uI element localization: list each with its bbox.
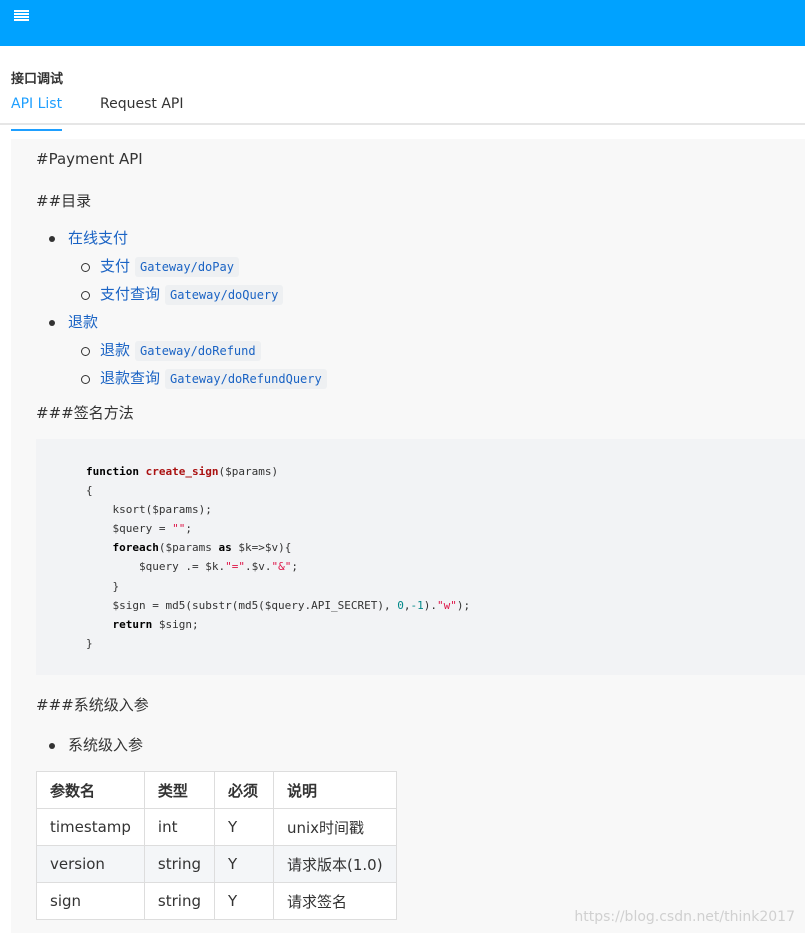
table-cell: version xyxy=(36,845,145,883)
doc-title: #Payment API xyxy=(36,150,143,168)
toc-list: 在线支付 支付 Gateway/doPay 支付查询 Gateway/doQuery… xyxy=(36,226,327,394)
toc-link-refund-query[interactable]: 退款查询 xyxy=(100,369,160,387)
table-cell: Y xyxy=(213,882,274,920)
params-table: 参数名 类型 必须 说明 timestamp int Y unix时间戳 ver… xyxy=(36,771,397,920)
table-cell: Y xyxy=(213,845,274,883)
code-line: } xyxy=(86,579,120,593)
toc-item: 在线支付 xyxy=(36,226,327,254)
table-cell: string xyxy=(143,882,215,920)
table-cell: string xyxy=(143,845,215,883)
code-line: return $sign; xyxy=(112,617,199,631)
code-line: $query = ""; xyxy=(86,522,192,536)
tab-api-list[interactable]: API List xyxy=(11,96,63,131)
code-line: function create_sign($params) xyxy=(86,465,279,478)
table-row: version string Y 请求版本(1.0) xyxy=(36,845,397,883)
table-header-row: 参数名 类型 必须 说明 xyxy=(36,771,397,809)
code-line: { xyxy=(86,484,93,498)
watermark: https://blog.csdn.net/think2017 xyxy=(574,909,795,925)
params-bullet: 系统级入参 xyxy=(48,736,144,754)
toc-link-pay-query[interactable]: 支付查询 xyxy=(100,285,160,303)
code-line: } xyxy=(86,636,93,650)
toc-subitem: 退款 Gateway/doRefund xyxy=(36,338,327,366)
toc-link-refund-group[interactable]: 退款 xyxy=(68,313,98,331)
toc-link-pay[interactable]: 支付 xyxy=(100,257,130,275)
table-cell: 请求版本(1.0) xyxy=(272,845,397,883)
code-block: function create_sign($params) { ksort($p… xyxy=(36,439,805,675)
toc-link-refund[interactable]: 退款 xyxy=(100,341,130,359)
toc-subitem: 退款查询 Gateway/doRefundQuery xyxy=(36,366,327,394)
toc-subitem: 支付 Gateway/doPay xyxy=(36,254,327,282)
toc-subitem: 支付查询 Gateway/doQuery xyxy=(36,282,327,310)
top-bar xyxy=(0,0,805,46)
inline-code: Gateway/doPay xyxy=(135,257,239,277)
page-title: 接口调试 xyxy=(11,72,64,87)
doc-panel: #Payment API ##目录 在线支付 支付 Gateway/doPay 支… xyxy=(11,139,805,933)
toc-link-online-pay[interactable]: 在线支付 xyxy=(68,229,128,247)
table-cell: int xyxy=(143,808,215,846)
inline-code: Gateway/doRefundQuery xyxy=(165,369,327,389)
hamburger-menu-icon[interactable] xyxy=(14,10,29,22)
table-cell: 请求签名 xyxy=(272,882,397,920)
code-line: $sign = md5(substr(md5($query.API_SECRET… xyxy=(86,598,471,612)
tab-request-api[interactable]: Request API xyxy=(100,96,183,125)
table-header: 类型 xyxy=(143,771,215,809)
table-header: 说明 xyxy=(272,771,397,809)
table-row: sign string Y 请求签名 xyxy=(36,882,397,920)
table-header: 参数名 xyxy=(36,771,145,809)
code-line: foreach($params as $k=>$v){ xyxy=(112,541,292,555)
table-cell: timestamp xyxy=(36,808,145,846)
table-row: timestamp int Y unix时间戳 xyxy=(36,808,397,846)
table-cell: sign xyxy=(36,882,145,920)
table-cell: unix时间戳 xyxy=(272,808,397,846)
params-heading: ###系统级入参 xyxy=(36,696,149,714)
toc-item: 退款 xyxy=(36,310,327,338)
inline-code: Gateway/doQuery xyxy=(165,285,284,305)
sign-heading: ###签名方法 xyxy=(36,404,134,422)
code-line: ksort($params); xyxy=(86,503,212,517)
code-line: $query .= $k."=".$v."&"; xyxy=(86,560,298,574)
toc-heading: ##目录 xyxy=(36,192,92,210)
table-header: 必须 xyxy=(213,771,274,809)
table-cell: Y xyxy=(213,808,274,846)
code-content: function create_sign($params) { ksort($p… xyxy=(86,462,470,653)
tab-bar: API List Request API xyxy=(0,90,805,131)
inline-code: Gateway/doRefund xyxy=(135,341,261,361)
